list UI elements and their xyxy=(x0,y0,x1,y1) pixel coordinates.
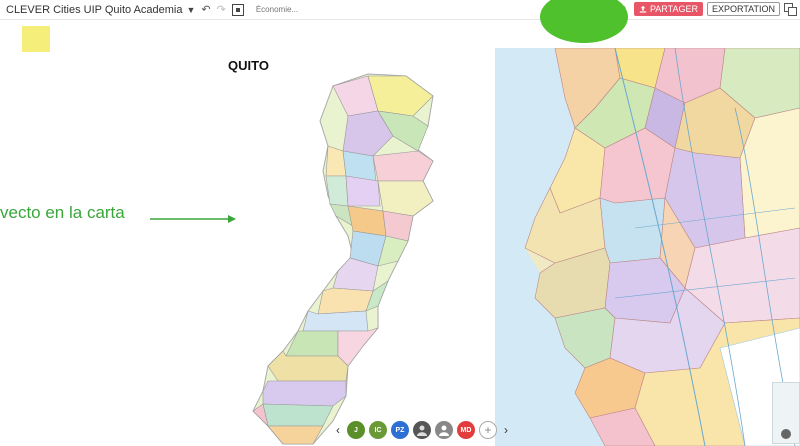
share-label: PARTAGER xyxy=(649,4,698,14)
toolbar-right: 30 PARTAGER EXPORTATION xyxy=(606,2,797,16)
top-toolbar: CLEVER Cities UIP Quito Academia ▼ ↶ ↷ 3… xyxy=(0,0,800,20)
frame-icon[interactable] xyxy=(231,3,244,16)
export-button[interactable]: EXPORTATION xyxy=(706,2,780,16)
chevron-down-icon[interactable]: ▼ xyxy=(186,5,195,15)
avatar[interactable]: PZ xyxy=(391,421,409,439)
canvas-text[interactable]: vecto en la carta xyxy=(0,203,125,223)
avatar[interactable]: J xyxy=(347,421,365,439)
undo-icon[interactable]: ↶ xyxy=(201,3,210,16)
board-title[interactable]: CLEVER Cities UIP Quito Academia xyxy=(6,4,182,16)
copy-icon[interactable] xyxy=(784,3,797,16)
whiteboard-canvas[interactable]: vecto en la carta QUITO ‹ J IC PZ MD + › xyxy=(0,0,800,446)
share-button[interactable]: PARTAGER xyxy=(633,2,703,16)
settings-icon[interactable] xyxy=(781,429,791,439)
quito-map-image[interactable] xyxy=(228,66,458,446)
add-collaborator-button[interactable]: + xyxy=(479,421,497,439)
avatar[interactable]: MD xyxy=(457,421,475,439)
collaborators-bar: ‹ J IC PZ MD + › xyxy=(333,421,511,439)
arrow-connector[interactable] xyxy=(150,214,236,224)
user-photo-icon xyxy=(417,425,427,436)
avatar[interactable]: IC xyxy=(369,421,387,439)
green-circle-shape[interactable] xyxy=(540,0,628,43)
ecuador-map-image[interactable] xyxy=(495,48,800,446)
avatar[interactable] xyxy=(413,421,431,439)
sticky-note[interactable] xyxy=(22,26,50,52)
redo-icon[interactable]: ↷ xyxy=(217,3,226,16)
avatar[interactable] xyxy=(435,421,453,439)
prev-arrow-icon[interactable]: ‹ xyxy=(333,423,343,437)
ecuador-map-drawing xyxy=(495,48,800,446)
next-arrow-icon[interactable]: › xyxy=(501,423,511,437)
search-input[interactable] xyxy=(255,5,376,14)
upload-icon xyxy=(639,5,647,13)
minimap[interactable] xyxy=(772,382,800,444)
user-photo-icon xyxy=(439,425,449,436)
